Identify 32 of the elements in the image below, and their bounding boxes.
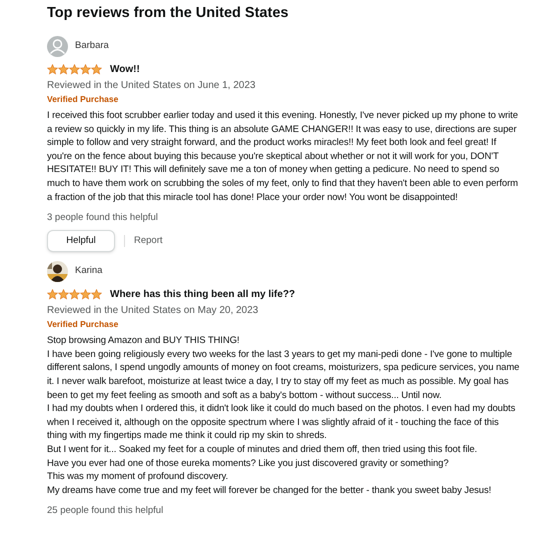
- reviewer-name[interactable]: Karina: [75, 264, 102, 278]
- star-icon: [58, 64, 69, 75]
- star-icon: [47, 64, 58, 75]
- section-heading: Top reviews from the United States: [47, 4, 290, 23]
- review-text: My dreams have come true and my feet will forever be changed for the better - thank you sweet baby Jesus!: [47, 484, 492, 498]
- helpful-count: 25 people found this helpful: [47, 504, 164, 518]
- review-text: I received this foot scrubber earlier today and used it this evening. Honestly, I've never picked up my phone to write a review so quickly in my life. This thing is an absolute GAME CHANGER!! It was easy to use, directions are super simple to follow and very straight forward, and the product works miracles!! My feet both look and feel great! If you're on the fence about buying this because you're skeptical about whether or not it will work for you, DON'T HESITATE!! BUY IT! This will definitely save me a ton of money when getting a pedicure. No need to spend so much to have them work on scrubbing the soles of my feet, only to find that they haven't been able to even perform a fraction of the job that this miracle tool has done! Place your order now! You wont be disappointed!: [47, 109, 519, 204]
- review-text: I had my doubts when I ordered this, it didn't look like it could do much based on the photos. I even had my doubts when I received it, although on the opposite spectrum where I was slightly afraid of it - touching the face of this thing with my fingertips made me think it could rip my skin to shreds.: [47, 402, 516, 443]
- star-icon: [80, 64, 91, 75]
- review-date: Reviewed in the United States on May 20, 2023: [47, 304, 260, 318]
- star-icon: [69, 289, 80, 300]
- review-date: Reviewed in the United States on June 1, 2023: [47, 79, 256, 92]
- review-text: This was my moment of profound discovery.: [47, 470, 230, 484]
- star-icon: [91, 289, 102, 300]
- helpful-button[interactable]: Helpful: [47, 230, 115, 252]
- star-icon: [58, 289, 69, 300]
- star-icon: [91, 64, 102, 75]
- review-text: But I went for it... Soaked my feet for a couple of minutes and dried them off, then tried using this foot file.: [47, 442, 478, 456]
- review-text: Stop browsing Amazon and BUY THIS THING!: [47, 334, 240, 348]
- verified-purchase-label: Verified Purchase: [47, 93, 120, 105]
- review-text: I have been going religiously every two weeks for the last 3 years to get my mani-pedi done - I've gone to multiple different salons, I spend ungodly amounts of money on foot creams, moisturizers, spa pedicure services, you name it. I never walk barefoot, moisturize at least twice a day, I try to stay off my feet as much as possible. My goal has been to get my feet feeling as smooth and soft as a baby's bottom - without success... Until now.: [47, 348, 520, 402]
- verified-purchase-label: Verified Purchase: [47, 318, 120, 330]
- reviewer-name[interactable]: Barbara: [75, 38, 109, 54]
- star-icon: [80, 289, 91, 300]
- review-text: Have you ever had one of those eureka moments? Like you just discovered gravity or something?: [47, 456, 450, 470]
- star-icon: [47, 289, 58, 300]
- review-title[interactable]: Where has this thing been all my life??: [110, 287, 296, 302]
- star-icon: [69, 64, 80, 75]
- helpful-count: 3 people found this helpful: [47, 211, 159, 224]
- report-link[interactable]: Report: [134, 234, 163, 248]
- review-title[interactable]: Wow!!: [110, 62, 140, 77]
- avatar-icon: [47, 36, 68, 56]
